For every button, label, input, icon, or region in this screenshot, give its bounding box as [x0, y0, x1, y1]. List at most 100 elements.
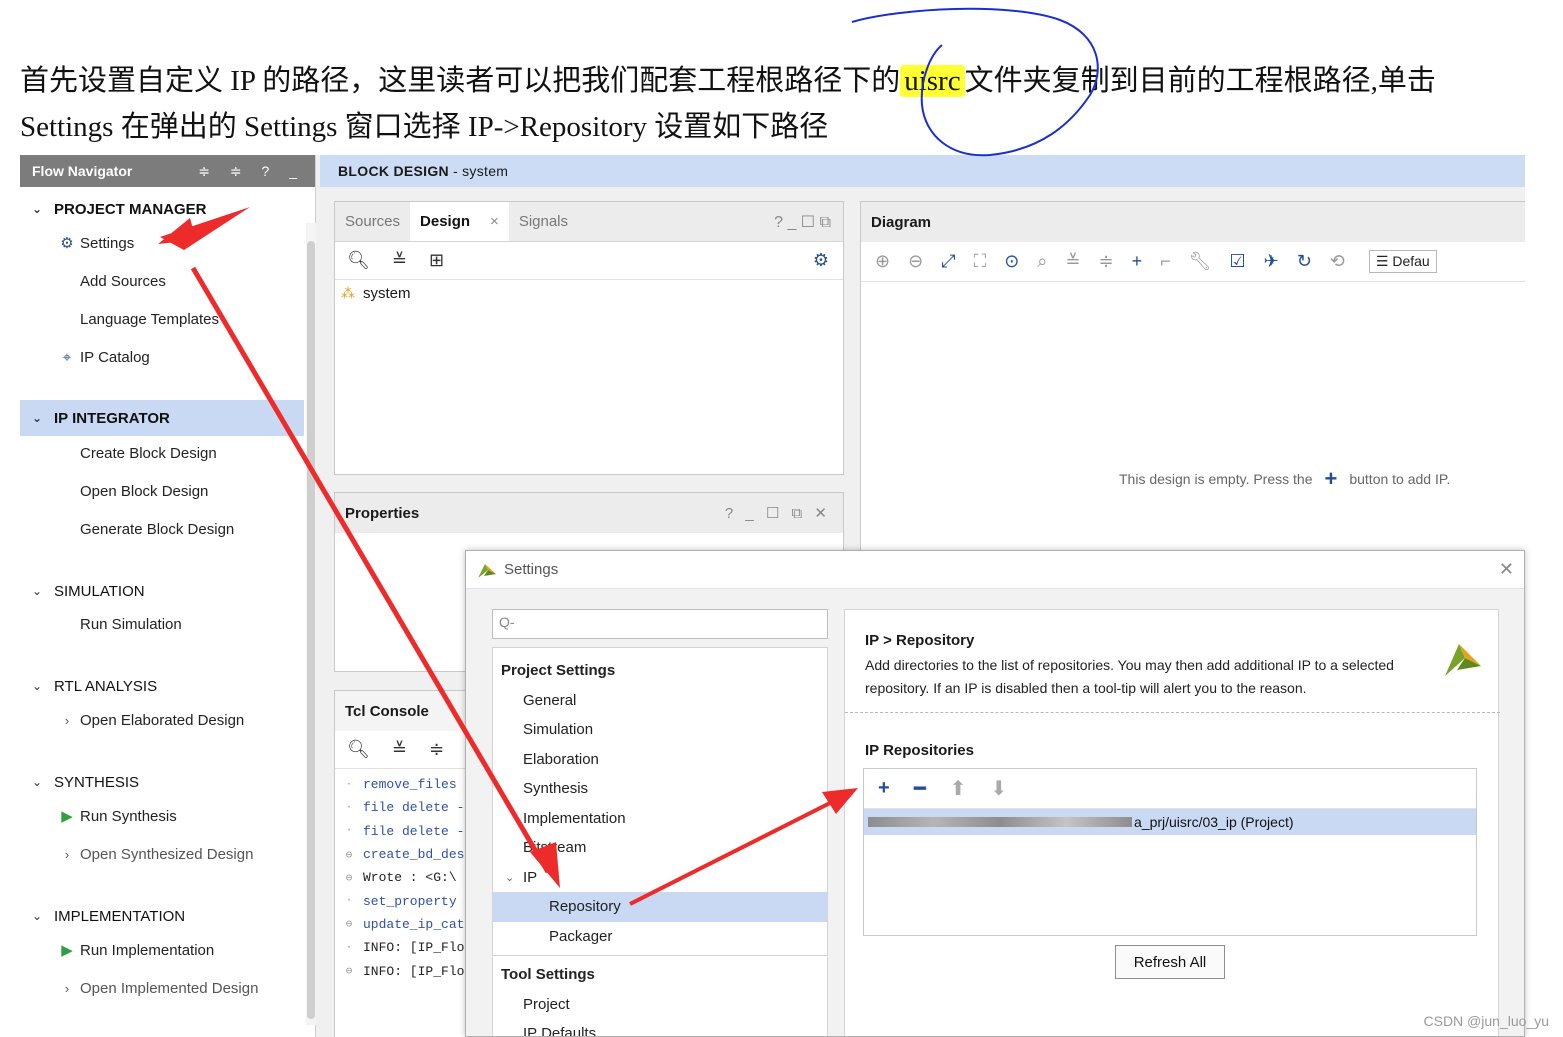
- nav-ip[interactable]: ⌄ IP: [493, 863, 827, 893]
- search-icon[interactable]: 🔍︎: [347, 250, 370, 271]
- gear-icon[interactable]: ⚙: [813, 250, 829, 271]
- search-icon[interactable]: ⌕: [1037, 251, 1047, 272]
- zoom-out-icon[interactable]: ⊖: [908, 251, 923, 272]
- nav-ip-label: IP: [523, 868, 538, 886]
- fn-item-open-implemented-design[interactable]: › Open Implemented Design: [54, 973, 259, 1003]
- uisrc-highlight: uisrc: [900, 65, 965, 97]
- collapse-icon[interactable]: ≚: [1065, 251, 1080, 272]
- add-ip-icon[interactable]: +: [1324, 466, 1337, 492]
- nav-packager[interactable]: Packager: [493, 922, 827, 952]
- intro-text-after: 文件夹复制到目前的工程根路径,单击: [964, 65, 1436, 97]
- make-connection-icon[interactable]: ⌐: [1160, 251, 1171, 272]
- chevron-down-icon[interactable]: ⌄: [505, 871, 517, 884]
- fn-item-open-synthesized-design[interactable]: › Open Synthesized Design: [54, 839, 254, 869]
- nav-simulation[interactable]: Simulation: [493, 715, 827, 745]
- section-simulation[interactable]: ⌄ SIMULATION: [20, 573, 304, 609]
- settings-search-input[interactable]: Q-: [492, 609, 828, 639]
- tcl-console-title: Tcl Console: [345, 702, 429, 720]
- empty-design-message: This design is empty. Press the + button…: [1119, 466, 1450, 492]
- nav-tool-settings[interactable]: Tool Settings: [493, 960, 827, 990]
- flow-navigator-controls[interactable]: ≑ ≑ ? _: [198, 163, 305, 180]
- chevron-down-icon[interactable]: ⌄: [20, 775, 54, 789]
- nav-synthesis[interactable]: Synthesis: [493, 774, 827, 804]
- chevron-right-icon[interactable]: ›: [54, 713, 80, 728]
- repository-row[interactable]: a_prj/uisrc/03_ip (Project): [864, 809, 1476, 835]
- intro-line-2: Settings 在弹出的 Settings 窗口选择 IP->Reposito…: [20, 111, 829, 143]
- wrench-icon[interactable]: 🔧︎: [1189, 251, 1212, 272]
- nav-implementation[interactable]: Implementation: [493, 804, 827, 834]
- ip-repositories-title: IP Repositories: [865, 742, 974, 759]
- nav-ip-defaults[interactable]: IP Defaults: [493, 1019, 827, 1036]
- fn-item-add-sources[interactable]: Add Sources: [80, 266, 166, 296]
- nav-bitstream[interactable]: Bitstream: [493, 833, 827, 863]
- nav-repository[interactable]: Repository: [493, 892, 827, 922]
- expand-all-icon[interactable]: ≑: [429, 739, 444, 760]
- close-icon[interactable]: ✕: [1499, 559, 1514, 580]
- chevron-down-icon[interactable]: ⌄: [20, 411, 54, 425]
- ip-repositories-list: + ━ ⬆ ⬇ a_prj/uisrc/03_ip (Project): [863, 768, 1477, 936]
- search-icon[interactable]: 🔍︎: [347, 739, 370, 760]
- add-repository-icon[interactable]: +: [878, 777, 890, 800]
- section-implementation[interactable]: ⌄ IMPLEMENTATION: [20, 898, 304, 934]
- zoom-in-icon[interactable]: ⊕: [875, 251, 890, 272]
- add-ip-icon[interactable]: +: [1132, 251, 1143, 272]
- hierarchy-icon[interactable]: ⊞: [429, 250, 444, 271]
- nav-elaboration[interactable]: Elaboration: [493, 745, 827, 775]
- remove-repository-icon[interactable]: ━: [914, 776, 926, 801]
- section-divider: [845, 712, 1500, 713]
- section-rtl-analysis[interactable]: ⌄ RTL ANALYSIS: [20, 668, 304, 704]
- fn-item-ip-catalog[interactable]: ⌖ IP Catalog: [54, 342, 150, 372]
- collapse-all-icon[interactable]: ≚: [392, 739, 407, 760]
- zoom-fit-icon[interactable]: ⤢: [941, 251, 955, 272]
- fn-item-generate-block-design[interactable]: Generate Block Design: [80, 514, 234, 544]
- diagram-toolbar: ⊕ ⊖ ⤢ ⛶ ⊙ ⌕ ≚ ≑ + ⌐ 🔧︎ ☑ ✈ ↻ ⟲ ☰ Defau: [861, 242, 1525, 282]
- play-icon: ▶: [61, 808, 73, 825]
- chevron-down-icon[interactable]: ⌄: [20, 584, 54, 598]
- fn-item-open-block-design[interactable]: Open Block Design: [80, 476, 208, 506]
- chevron-right-icon[interactable]: ›: [54, 847, 80, 862]
- fn-item-run-synthesis[interactable]: ▶ Run Synthesis: [54, 801, 177, 831]
- tree-item-system[interactable]: ⁂ system: [335, 280, 843, 306]
- view-dropdown[interactable]: ☰ Defau: [1368, 250, 1437, 273]
- expand-icon[interactable]: ≑: [1098, 251, 1113, 272]
- section-label: SYNTHESIS: [54, 773, 140, 791]
- collapse-all-icon[interactable]: ≚: [392, 250, 407, 271]
- fn-item-run-implementation[interactable]: ▶ Run Implementation: [54, 935, 214, 965]
- scrollbar-thumb[interactable]: [307, 241, 315, 1019]
- fn-item-label: IP Catalog: [80, 348, 150, 366]
- chevron-down-icon[interactable]: ⌄: [20, 202, 54, 216]
- nav-project[interactable]: Project: [493, 990, 827, 1020]
- settings-breadcrumb: IP > Repository: [865, 632, 975, 649]
- fn-item-settings[interactable]: ⚙ Settings: [54, 228, 134, 258]
- section-project-manager[interactable]: ⌄ PROJECT MANAGER: [20, 191, 304, 227]
- move-down-icon[interactable]: ⬇: [991, 776, 1008, 801]
- nav-project-settings[interactable]: Project Settings: [493, 656, 827, 686]
- section-synthesis[interactable]: ⌄ SYNTHESIS: [20, 764, 304, 800]
- refresh-all-button[interactable]: Refresh All: [1115, 945, 1225, 979]
- close-icon[interactable]: ×: [490, 213, 499, 230]
- tab-signals[interactable]: Signals: [509, 202, 578, 241]
- redacted-path: [868, 817, 1132, 827]
- tab-design[interactable]: Design ×: [410, 202, 509, 241]
- optimize-icon[interactable]: ⟲: [1330, 251, 1345, 272]
- panel-window-controls[interactable]: ? _ ☐ ⧉ ✕: [725, 504, 831, 522]
- regenerate-icon[interactable]: ↻: [1297, 251, 1312, 272]
- chevron-down-icon[interactable]: ⌄: [20, 909, 54, 923]
- tab-sources[interactable]: Sources: [335, 202, 410, 241]
- fit-selection-icon[interactable]: ⛶: [974, 251, 987, 272]
- fn-item-create-block-design[interactable]: Create Block Design: [80, 438, 217, 468]
- fn-item-language-templates[interactable]: Language Templates: [80, 304, 219, 334]
- validate-icon[interactable]: ☑: [1229, 251, 1245, 272]
- nav-general[interactable]: General: [493, 686, 827, 716]
- target-icon[interactable]: ⊙: [1004, 251, 1019, 272]
- chevron-down-icon[interactable]: ⌄: [20, 679, 54, 693]
- settings-content-panel: IP > Repository Add directories to the l…: [844, 609, 1500, 1036]
- move-up-icon[interactable]: ⬆: [950, 776, 967, 801]
- fn-item-run-simulation[interactable]: Run Simulation: [80, 609, 182, 639]
- chevron-right-icon[interactable]: ›: [54, 981, 80, 996]
- section-ip-integrator[interactable]: ⌄ IP INTEGRATOR: [20, 400, 304, 436]
- panel-window-controls[interactable]: ? _ ☐ ⧉: [774, 202, 843, 241]
- pin-icon[interactable]: ✈: [1264, 251, 1279, 272]
- fn-item-open-elaborated-design[interactable]: › Open Elaborated Design: [54, 705, 244, 735]
- flow-navigator-scrollbar[interactable]: [306, 223, 316, 1025]
